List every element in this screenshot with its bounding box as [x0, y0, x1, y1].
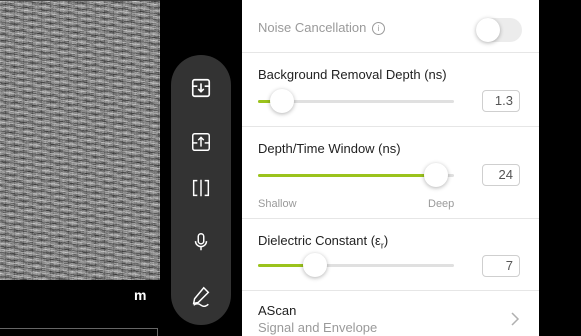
import-tray-icon	[191, 78, 211, 98]
scan-top-border	[0, 0, 160, 1]
import-tray-button[interactable]	[186, 73, 216, 103]
background-removal-label: Background Removal Depth (ns)	[258, 67, 447, 82]
pen-button[interactable]	[186, 281, 216, 311]
export-tray-icon	[192, 133, 210, 151]
split-view-button[interactable]	[186, 173, 216, 203]
dielectric-constant-value[interactable]: 7	[482, 255, 520, 277]
depth-window-value[interactable]: 24	[482, 164, 520, 186]
radar-scan-view[interactable]	[0, 0, 160, 280]
deep-label: Deep	[428, 198, 455, 210]
split-view-icon	[192, 179, 210, 197]
slider-thumb[interactable]	[424, 163, 449, 187]
noise-cancellation-toggle[interactable]	[476, 18, 522, 42]
dielectric-constant-slider[interactable]	[258, 253, 454, 277]
scan-bottom-bar	[0, 328, 158, 336]
background-removal-row: Background Removal Depth (ns) 1.3	[242, 53, 539, 125]
microphone-button[interactable]	[186, 227, 216, 257]
background-removal-slider[interactable]	[258, 89, 454, 113]
shallow-label: Shallow	[258, 198, 297, 210]
toggle-knob	[476, 18, 500, 42]
depth-window-label: Depth/Time Window (ns)	[258, 141, 401, 156]
background-removal-value[interactable]: 1.3	[482, 90, 520, 112]
microphone-icon	[194, 233, 208, 251]
depth-window-row: Depth/Time Window (ns) 24 Shallow Deep	[242, 127, 539, 217]
pen-icon	[192, 286, 210, 307]
dielectric-constant-row: Dielectric Constant (εr) 7	[242, 219, 539, 291]
depth-window-slider[interactable]	[258, 163, 454, 187]
info-icon[interactable]: i	[372, 22, 386, 35]
tool-rail	[171, 55, 231, 325]
slider-fill	[258, 174, 437, 177]
ascan-title: AScan	[258, 303, 297, 318]
chevron-right-icon	[511, 312, 520, 326]
slider-thumb[interactable]	[302, 253, 327, 277]
noise-cancellation-row: Noise Cancellation i	[242, 0, 539, 48]
noise-cancellation-label: Noise Cancellation i	[258, 20, 386, 35]
dielectric-constant-label: Dielectric Constant (εr)	[258, 233, 389, 251]
ascan-subtitle: Signal and Envelope	[258, 320, 378, 335]
slider-thumb[interactable]	[269, 89, 294, 113]
export-tray-button[interactable]	[186, 127, 216, 157]
ascan-row[interactable]: AScan Signal and Envelope	[242, 291, 539, 336]
scan-unit-label: m	[134, 287, 147, 303]
settings-panel: Noise Cancellation i Background Removal …	[242, 0, 539, 336]
